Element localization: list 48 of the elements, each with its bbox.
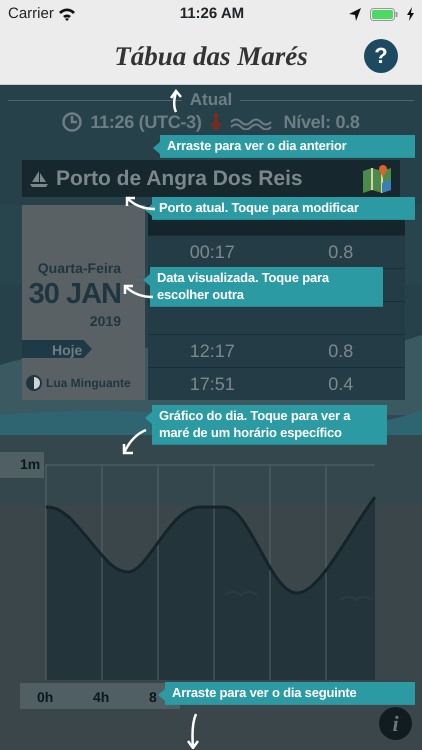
port-bar[interactable]: Porto de Angra Dos Reis [22, 160, 400, 197]
axis-label: 8 [149, 689, 157, 705]
wifi-icon [58, 7, 76, 21]
pointer-arrow-icon [186, 713, 200, 749]
table-row[interactable]: 00:17 0.8 [148, 235, 405, 268]
sailboat-icon [30, 170, 48, 187]
table-cell-text: 00:17 [188, 240, 236, 264]
table-row[interactable]: 17:51 0.4 [148, 367, 405, 400]
table-cell-text: 0.8 [327, 240, 354, 264]
tide-curve-drawing[interactable] [46, 464, 376, 680]
table-cell-text: 12:17 [188, 340, 236, 362]
current-time: 11:26 (UTC-3) [90, 111, 202, 133]
table-cell-text: 0.8 [327, 340, 354, 362]
hint-tooltip: Arraste para ver o dia seguinte [158, 682, 415, 705]
app-title: Tábua das Marés [114, 40, 308, 73]
pointer-arrow-icon [122, 283, 154, 299]
clock-icon [62, 112, 82, 132]
location-icon [348, 7, 362, 21]
moon-phase-label: Lua Minguante [46, 375, 131, 392]
section-heading: Atual [190, 89, 232, 111]
hint-tooltip: Arraste para ver o dia anterior [153, 135, 415, 158]
today-tag: Hoje [22, 340, 92, 358]
charging-icon [406, 7, 414, 21]
axis-label: 4h [93, 689, 110, 705]
date-panel[interactable]: Quarta-Feira 30 JAN 2019 Hoje Lua Minguante [22, 205, 145, 400]
date-label: 30 JAN [28, 279, 121, 311]
hint-tooltip: Data visualizada. Toque para escolher outra [143, 267, 383, 307]
table-cell-text: 17:51 [188, 372, 236, 396]
weekday-label: Quarta-Feira [38, 259, 121, 278]
axis-label: 0h [37, 689, 54, 705]
table-row[interactable]: 12:17 0.8 [148, 334, 405, 367]
status-time: 11:26 AM [180, 4, 244, 24]
tide-level: Nível: 0.8 [284, 111, 360, 133]
table-cell-text: 0.4 [327, 372, 354, 396]
map-icon [362, 163, 392, 194]
year-label: 2019 [90, 312, 121, 331]
battery-icon [370, 8, 398, 20]
axis-label: 1m [20, 456, 40, 472]
down-arrow-icon [210, 113, 222, 131]
carrier-label: Carrier [8, 4, 54, 24]
hint-tooltip: Gráfico do dia. Toque para ver a maré de um horário específico [145, 405, 387, 445]
moon-phase-icon [26, 375, 42, 391]
pointer-arrow-icon [168, 89, 183, 113]
port-name: Porto de Angra Dos Reis [56, 166, 304, 192]
pointer-arrow-icon [121, 428, 147, 456]
pointer-arrow-icon [124, 195, 156, 211]
help-button[interactable]: ? [364, 39, 398, 73]
hint-tooltip: Porto atual. Toque para modificar [145, 197, 415, 220]
